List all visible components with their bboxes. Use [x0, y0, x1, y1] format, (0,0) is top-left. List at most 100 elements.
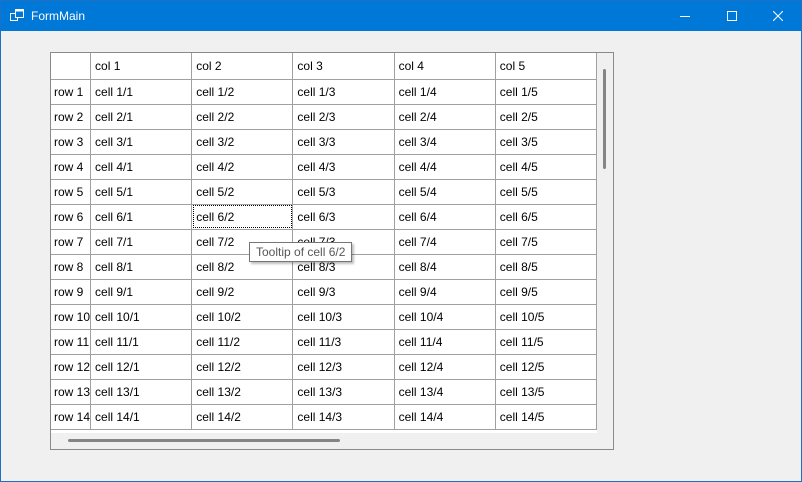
grid-cell[interactable]: cell 9/3 [292, 279, 395, 305]
grid-cell[interactable]: cell 14/4 [394, 404, 496, 430]
grid-cell[interactable]: cell 8/5 [495, 254, 597, 280]
grid-cell[interactable]: cell 10/5 [495, 304, 597, 330]
grid-cell[interactable]: cell 4/4 [394, 154, 496, 180]
row-header[interactable]: row 12 [51, 354, 92, 380]
grid-cell[interactable]: cell 14/2 [191, 404, 294, 430]
row-header[interactable]: row 9 [51, 279, 92, 305]
grid-cell[interactable]: cell 4/3 [292, 154, 395, 180]
grid-cell[interactable]: cell 3/1 [90, 129, 193, 155]
grid-cell[interactable]: cell 13/3 [292, 379, 395, 405]
grid-cell[interactable]: cell 10/4 [394, 304, 496, 330]
title-bar[interactable]: FormMain [1, 1, 801, 31]
maximize-button[interactable] [709, 1, 755, 31]
close-button[interactable] [755, 1, 801, 31]
table-row: row 11 cell 11/1 cell 11/2 cell 11/3 cell 11… [51, 329, 597, 355]
row-header[interactable]: row 4 [51, 154, 92, 180]
grid-cell[interactable]: cell 2/2 [191, 104, 294, 130]
grid-cell[interactable]: cell 3/5 [495, 129, 597, 155]
grid-cell[interactable]: cell 8/1 [90, 254, 193, 280]
row-header[interactable]: row 2 [51, 104, 92, 130]
minimize-button[interactable] [662, 1, 708, 31]
grid-cell[interactable]: cell 1/5 [495, 79, 597, 105]
row-header[interactable]: row 3 [51, 129, 92, 155]
maximize-icon [727, 11, 737, 21]
grid-cell[interactable]: cell 11/5 [495, 329, 597, 355]
column-header-1[interactable]: col 1 [90, 53, 193, 80]
grid-cell[interactable]: cell 14/1 [90, 404, 193, 430]
grid-cell[interactable]: cell 5/2 [191, 179, 294, 205]
vertical-scrollbar[interactable] [597, 53, 613, 433]
grid-cell[interactable]: cell 5/5 [495, 179, 597, 205]
horizontal-scrollbar[interactable] [51, 433, 597, 449]
grid-cell[interactable]: cell 12/5 [495, 354, 597, 380]
grid-cell[interactable]: cell 6/5 [495, 204, 597, 230]
row-header[interactable]: row 11 [51, 329, 92, 355]
row-header[interactable]: row 7 [51, 229, 92, 255]
grid-cell[interactable]: cell 9/5 [495, 279, 597, 305]
grid-cell[interactable]: cell 5/4 [394, 179, 496, 205]
table-row: row 3 cell 3/1 cell 3/2 cell 3/3 cell 3/4 cel… [51, 129, 597, 155]
row-header[interactable]: row 6 [51, 204, 92, 230]
grid-cell[interactable]: cell 3/2 [191, 129, 294, 155]
grid-cell[interactable]: cell 1/3 [292, 79, 395, 105]
form-main-window: FormMain col 1 col 2 col 3 col 4 col 5 row 1c… [0, 0, 802, 482]
grid-cell[interactable]: cell 11/4 [394, 329, 496, 355]
column-header-4[interactable]: col 4 [394, 53, 496, 80]
grid-cell[interactable]: cell 8/4 [394, 254, 496, 280]
horizontal-scroll-thumb[interactable] [68, 439, 340, 442]
row-header[interactable]: row 14 [51, 404, 92, 430]
grid-cell[interactable]: cell 4/5 [495, 154, 597, 180]
column-header-3[interactable]: col 3 [292, 53, 395, 80]
grid-cell[interactable]: cell 9/4 [394, 279, 496, 305]
grid-cell[interactable]: cell 3/3 [292, 129, 395, 155]
grid-cell[interactable]: cell 12/1 [90, 354, 193, 380]
grid-cell[interactable]: cell 14/3 [292, 404, 395, 430]
grid-cell[interactable]: cell 14/5 [495, 404, 597, 430]
grid-cell[interactable]: cell 9/1 [90, 279, 193, 305]
grid-cell[interactable]: cell 11/2 [191, 329, 294, 355]
vertical-scroll-thumb[interactable] [603, 69, 606, 169]
table-row: row 10 cell 10/1 cell 10/2 cell 10/3 cell 10… [51, 304, 597, 330]
grid-cell[interactable]: cell 13/1 [90, 379, 193, 405]
grid-cell[interactable]: cell 10/3 [292, 304, 395, 330]
column-header-2[interactable]: col 2 [191, 53, 294, 80]
grid-cell[interactable]: cell 11/1 [90, 329, 193, 355]
grid-cell[interactable]: cell 5/1 [90, 179, 193, 205]
grid-cell[interactable]: cell 12/2 [191, 354, 294, 380]
grid-cell[interactable]: cell 6/4 [394, 204, 496, 230]
row-header[interactable]: row 1 [51, 79, 92, 105]
grid-cell[interactable]: cell 4/1 [90, 154, 193, 180]
scrollbar-corner [597, 433, 613, 449]
grid-cell[interactable]: cell 2/1 [90, 104, 193, 130]
grid-cell[interactable]: cell 4/2 [191, 154, 294, 180]
grid-cell[interactable]: cell 13/2 [191, 379, 294, 405]
row-header[interactable]: row 10 [51, 304, 92, 330]
grid-cell[interactable]: cell 1/4 [394, 79, 496, 105]
grid-cell[interactable]: cell 12/3 [292, 354, 395, 380]
grid-cell[interactable]: cell 13/5 [495, 379, 597, 405]
grid-cell[interactable]: cell 1/1 [90, 79, 193, 105]
grid-cell[interactable]: cell 6/3 [292, 204, 395, 230]
grid-cell[interactable]: cell 13/4 [394, 379, 496, 405]
grid-cell[interactable]: cell 6/2 [191, 204, 294, 230]
row-header[interactable]: row 5 [51, 179, 92, 205]
grid-cell[interactable]: cell 2/5 [495, 104, 597, 130]
column-header-5[interactable]: col 5 [495, 53, 597, 80]
grid-cell[interactable]: cell 1/2 [191, 79, 294, 105]
grid-cell[interactable]: cell 9/2 [191, 279, 294, 305]
grid-cell[interactable]: cell 7/5 [495, 229, 597, 255]
grid-cell[interactable]: cell 11/3 [292, 329, 395, 355]
row-header[interactable]: row 13 [51, 379, 92, 405]
grid-cell[interactable]: cell 7/4 [394, 229, 496, 255]
grid-cell[interactable]: cell 10/1 [90, 304, 193, 330]
grid-cell[interactable]: cell 6/1 [90, 204, 193, 230]
grid-cell[interactable]: cell 2/3 [292, 104, 395, 130]
grid-cell[interactable]: cell 3/4 [394, 129, 496, 155]
grid-cell[interactable]: cell 12/4 [394, 354, 496, 380]
grid-cell[interactable]: cell 2/4 [394, 104, 496, 130]
row-header[interactable]: row 8 [51, 254, 92, 280]
grid-cell[interactable]: cell 10/2 [191, 304, 294, 330]
grid-cell[interactable]: cell 5/3 [292, 179, 395, 205]
grid-cell[interactable]: cell 7/1 [90, 229, 193, 255]
top-left-header-cell[interactable] [51, 53, 92, 80]
